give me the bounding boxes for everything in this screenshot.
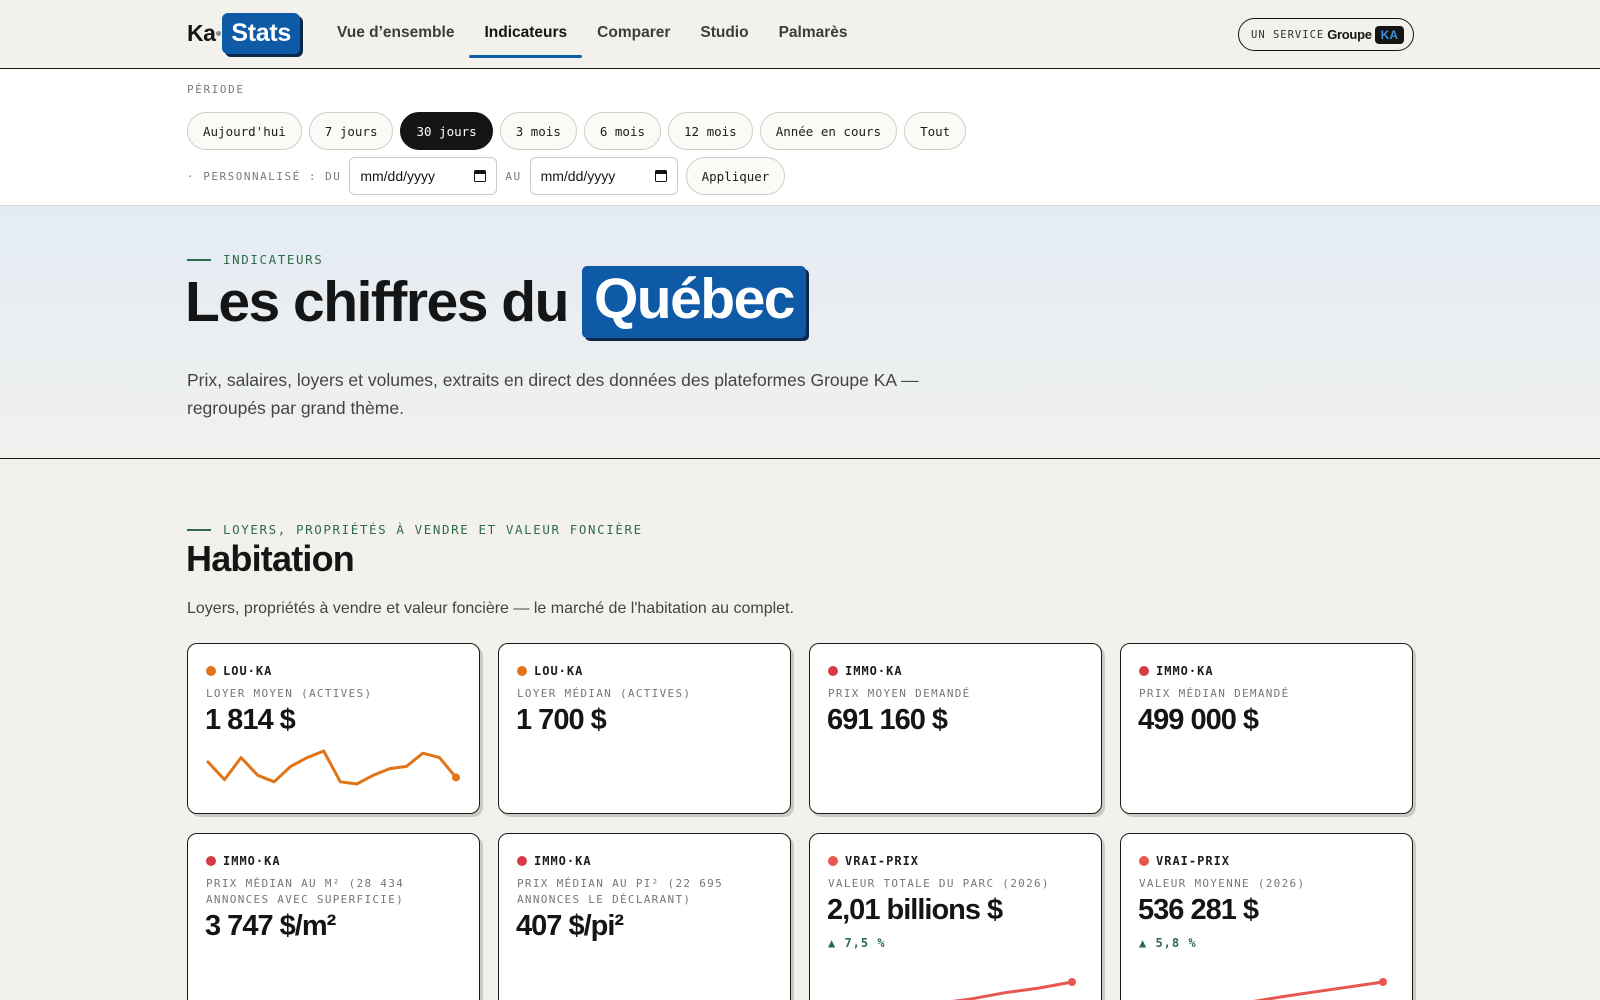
card-source: IMMO·KA [1139,664,1214,678]
chip-12-mois[interactable]: 12 mois [668,112,753,150]
card-source: IMMO·KA [206,854,281,868]
card-label: LOYER MÉDIAN (ACTIVES) [517,687,692,700]
card-label: PRIX MÉDIAN DEMANDÉ [1139,687,1290,700]
custom-to-label: AU [505,169,522,183]
card-source: LOU·KA [517,664,583,678]
top-bar: Ka Stats Vue d’ensemble Indicateurs Comp… [0,0,1600,69]
sparkline-chart [1253,978,1387,1000]
card-value: 499 000 $ [1138,704,1259,736]
chip-annee-en-cours[interactable]: Année en cours [759,112,898,150]
page-title-text: Les chiffres du [185,270,569,334]
card-source-name: IMMO·KA [223,854,281,868]
logo[interactable]: Ka Stats [187,11,301,56]
page-title-highlight: Québec [581,266,807,338]
source-dot [206,856,216,866]
card-source: IMMO·KA [517,854,592,868]
chip-30-jours[interactable]: 30 jours [400,112,493,150]
period-chips: Aujourd'hui 7 jours 30 jours 3 mois 6 mo… [187,112,967,150]
hero-subtitle: Prix, salaires, loyers et volumes, extra… [187,370,919,418]
period-title: PÉRIODE [187,83,245,96]
metric-card[interactable]: IMMO·KA PRIX MOYEN DEMANDÉ 691 160 $ [809,643,1102,814]
metric-card[interactable]: VRAI-PRIX VALEUR TOTALE DU PARC (2026) 2… [809,833,1102,1000]
sparkline-line [1253,980,1385,1000]
sparkline-last-point [1068,978,1076,986]
service-brand: Groupe [1327,27,1372,42]
hero: INDICATEURS Les chiffres du Québec Prix,… [0,206,1600,459]
card-source-name: IMMO·KA [845,664,903,678]
main-nav: Vue d’ensemble Indicateurs Comparer Stud… [322,0,863,68]
section-eyebrow-text: LOYERS, PROPRIÉTÉS À VENDRE ET VALEUR FO… [223,522,643,537]
card-label: PRIX MÉDIAN AU M² (28 434 ANNONCES AVEC … [206,877,405,906]
metric-card[interactable]: VRAI-PRIX VALEUR MOYENNE (2026) 536 281 … [1120,833,1413,1000]
page-title: Les chiffres du Québec [185,266,807,338]
period-filter: PÉRIODE Aujourd'hui 7 jours 30 jours 3 m… [0,69,1600,206]
logo-dot [216,31,222,36]
source-dot [828,666,838,676]
service-badge[interactable]: UN SERVICE Groupe KA [1238,18,1414,51]
nav-comparer[interactable]: Comparer [582,0,685,68]
sparkline-chart [206,749,460,786]
chip-7-jours[interactable]: 7 jours [308,112,394,150]
sparkline-line [206,749,458,786]
custom-from-label: · PERSONNALISÉ : DU [187,169,342,183]
chip-6-mois[interactable]: 6 mois [583,112,662,150]
metric-card[interactable]: IMMO·KA PRIX MÉDIAN AU PI² (22 695 ANNON… [498,833,791,1000]
metric-card[interactable]: LOU·KA LOYER MÉDIAN (ACTIVES) 1 700 $ [498,643,791,814]
calendar-icon[interactable] [474,170,487,182]
sparkline-chart [951,978,1076,1000]
source-dot [517,666,527,676]
date-from-input[interactable]: mm/dd/yyyy [349,157,498,195]
section-description: Loyers, propriétés à vendre et valeur fo… [187,600,794,617]
chip-aujourdhui[interactable]: Aujourd'hui [187,112,302,150]
calendar-icon[interactable] [654,170,667,182]
eyebrow-dash [187,258,211,261]
nav-palmares[interactable]: Palmarès [764,0,863,68]
logo-stats-badge: Stats [222,13,301,54]
card-source-name: IMMO·KA [534,854,592,868]
source-dot [1139,666,1149,676]
date-from-placeholder: mm/dd/yyyy [360,168,436,184]
nav-indicateurs[interactable]: Indicateurs [469,0,582,68]
card-value: 407 $/pi² [516,910,624,942]
custom-range: · PERSONNALISÉ : DU mm/dd/yyyy AU mm/dd/… [187,157,786,195]
hero-eyebrow: INDICATEURS [187,252,323,267]
card-source-name: LOU·KA [534,664,584,678]
sparkline-last-point [452,773,460,782]
section-eyebrow: LOYERS, PROPRIÉTÉS À VENDRE ET VALEUR FO… [187,522,643,537]
service-brand-badge: KA [1374,25,1404,44]
metric-card[interactable]: IMMO·KA PRIX MÉDIAN DEMANDÉ 499 000 $ [1120,643,1413,814]
card-source: IMMO·KA [828,664,903,678]
hero-eyebrow-text: INDICATEURS [223,252,324,267]
service-label: UN SERVICE [1251,28,1325,41]
card-label: PRIX MÉDIAN AU PI² (22 695 ANNONCES LE D… [517,877,723,906]
sparkline-line [951,980,1074,1000]
card-label: PRIX MOYEN DEMANDÉ [828,687,971,700]
logo-ka-text: Ka [187,20,216,46]
date-to-placeholder: mm/dd/yyyy [540,168,616,184]
nav-studio[interactable]: Studio [685,0,763,68]
section-title: Habitation [186,538,355,579]
sparkline-last-point [1379,978,1387,986]
eyebrow-dash [187,528,211,531]
chip-tout[interactable]: Tout [904,112,967,150]
metric-card[interactable]: LOU·KA LOYER MOYEN (ACTIVES) 1 814 $ [187,643,480,814]
card-value: 3 747 $/m² [205,910,336,942]
card-source-name: IMMO·KA [1156,664,1214,678]
nav-vue-ensemble[interactable]: Vue d’ensemble [322,0,469,68]
chip-3-mois[interactable]: 3 mois [499,112,577,150]
card-value: 1 700 $ [516,704,607,736]
card-value: 691 160 $ [827,704,948,736]
apply-button[interactable]: Appliquer [685,157,786,195]
metric-card[interactable]: IMMO·KA PRIX MÉDIAN AU M² (28 434 ANNONC… [187,833,480,1000]
date-to-input[interactable]: mm/dd/yyyy [529,157,678,195]
source-dot [517,856,527,866]
